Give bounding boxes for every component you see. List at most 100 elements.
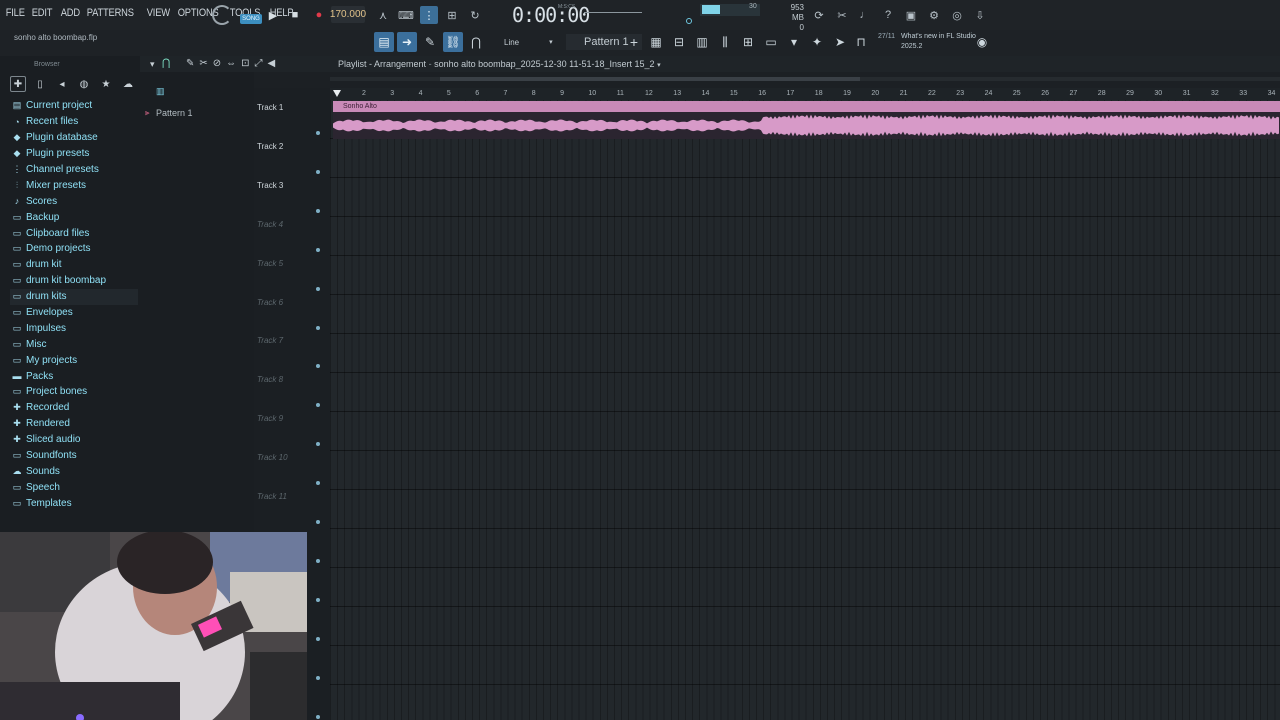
browser-add-icon[interactable]: ✚ — [10, 76, 26, 92]
song-mode-toggle[interactable]: SONG — [240, 14, 262, 24]
audio-clip-header[interactable]: Sonho Alto — [333, 101, 1280, 112]
playlist-grid[interactable] — [330, 100, 1280, 720]
track-mute-indicator[interactable] — [316, 558, 320, 563]
browser-item[interactable]: ◆ Plugin database — [10, 130, 138, 146]
track-mute-indicator[interactable] — [316, 597, 320, 602]
tools-icon[interactable]: ✦ — [807, 32, 827, 52]
playlist-tools-icon[interactable]: ✎✂⊘⇔⊡⤢◀ — [186, 58, 280, 69]
browser-item[interactable]: ▭ Clipboard files — [10, 225, 138, 241]
track-mute-indicator[interactable] — [316, 636, 320, 641]
cut-icon[interactable]: ✂ — [833, 6, 851, 24]
track-label[interactable]: Track 10 — [257, 453, 288, 462]
track-mute-indicator[interactable] — [316, 520, 320, 524]
browser-item[interactable]: ✚ Recorded — [10, 400, 138, 416]
timeline-ruler[interactable] — [330, 88, 1280, 100]
track-mute-indicator[interactable] — [316, 169, 320, 174]
browser-item[interactable]: ▭ Impulses — [10, 320, 138, 336]
browser-item[interactable]: ▭ Backup — [10, 209, 138, 225]
track-mute-indicator[interactable] — [316, 247, 320, 252]
menu-add[interactable]: ADD — [59, 7, 82, 19]
mixer-icon[interactable]: ⫼ — [715, 32, 735, 52]
browser-item[interactable]: ✚ Rendered — [10, 416, 138, 432]
menu-file[interactable]: FILE — [4, 7, 26, 19]
browser-item[interactable]: ▭ drum kit boombap — [10, 273, 138, 289]
track-label[interactable]: Track 5 — [257, 259, 283, 268]
download-icon[interactable]: ⇩ — [971, 6, 989, 24]
browser-cloud-icon[interactable]: ☁ — [120, 76, 136, 92]
playlist-menu-arrow-icon[interactable]: ▾ — [150, 59, 155, 70]
track-mute-indicator[interactable] — [316, 714, 320, 719]
track-mute-indicator[interactable] — [316, 286, 320, 291]
countdown-icon[interactable]: ⋮ — [420, 6, 438, 24]
picker-patterns-icon[interactable]: ▥ — [156, 86, 165, 97]
master-volume-knob[interactable] — [212, 5, 232, 25]
menu-view[interactable]: VIEW — [145, 7, 172, 19]
channel-icon[interactable]: ⊞ — [738, 32, 758, 52]
metronome-icon[interactable]: ⋏ — [374, 6, 392, 24]
track-label[interactable]: Track 11 — [257, 492, 287, 501]
picker-pattern-item[interactable]: Pattern 1 — [156, 108, 193, 118]
save-icon[interactable]: ▣ — [902, 6, 920, 24]
plugin-icon[interactable]: ⚙ — [925, 6, 943, 24]
draw-icon[interactable]: ✎ — [420, 32, 440, 52]
browser-item[interactable]: ▭ Soundfonts — [10, 448, 138, 464]
browser-item[interactable]: ▭ Templates — [10, 495, 138, 511]
magnet-icon[interactable]: ⋂ — [466, 32, 486, 52]
browser-item[interactable]: ▭ drum kit — [10, 257, 138, 273]
track-mute-indicator[interactable] — [316, 208, 320, 213]
browser-item[interactable]: ▭ Project bones — [10, 384, 138, 400]
magnet-snap-icon[interactable]: ⋂ — [162, 58, 170, 69]
browser-plugin-icon[interactable]: ◍ — [76, 76, 92, 92]
performance-icon[interactable]: ➤ — [830, 32, 850, 52]
track-label[interactable]: Track 1 — [257, 103, 283, 112]
track-mute-indicator[interactable] — [316, 325, 320, 330]
track-label[interactable]: Track 9 — [257, 414, 283, 423]
horizontal-scrollbar-thumb[interactable] — [440, 77, 860, 81]
browser-file-icon[interactable]: ▯ — [32, 76, 48, 92]
browser-back-icon[interactable]: ◂ — [54, 76, 70, 92]
pitch-knob[interactable] — [686, 18, 692, 24]
track-mute-indicator[interactable] — [316, 131, 320, 135]
record-icon[interactable]: ● — [310, 6, 328, 24]
news-panel[interactable]: 27/11 What's new in FL Studio 2025.2 — [878, 32, 981, 52]
wait-for-input-icon[interactable]: ⌨ — [397, 6, 415, 24]
refresh-icon[interactable]: ⟳ — [810, 6, 828, 24]
chat-icon[interactable]: ◎ — [948, 6, 966, 24]
song-position-line[interactable] — [584, 12, 642, 13]
loop-record-icon[interactable]: ↻ — [466, 6, 484, 24]
audio-clip-waveform[interactable] — [333, 112, 1280, 139]
globe-icon[interactable]: ◉ — [972, 32, 992, 52]
browser-item[interactable]: ▬ Packs — [10, 368, 138, 384]
browser-item[interactable]: ♪ Scores — [10, 193, 138, 209]
link-icon[interactable]: ⛓ — [443, 32, 463, 52]
track-label[interactable]: Track 6 — [257, 298, 283, 307]
browser-item[interactable]: ⋮ Channel presets — [10, 162, 138, 178]
tool-mode-select[interactable]: Line ▾ — [488, 34, 558, 50]
browser-item[interactable]: ▭ My projects — [10, 352, 138, 368]
browser-item[interactable]: ▭ drum kits — [10, 288, 138, 305]
mic-icon[interactable]: ♩ — [856, 6, 874, 24]
stop-icon[interactable]: ■ — [286, 6, 304, 24]
snap-icon[interactable]: ➜ — [397, 32, 417, 52]
help-icon[interactable]: ? — [879, 6, 897, 24]
browser-item[interactable]: ▭ Envelopes — [10, 305, 138, 321]
song-time-display[interactable]: 0:00:00 — [512, 3, 590, 27]
playlist-icon[interactable]: ▦ — [646, 32, 666, 52]
browser-item[interactable]: ▭ Misc — [10, 336, 138, 352]
track-label[interactable]: Track 7 — [257, 336, 283, 345]
playlist-title[interactable]: Playlist - Arrangement - sonho alto boom… — [338, 59, 661, 69]
track-label[interactable]: Track 2 — [257, 142, 283, 151]
play-icon[interactable]: ▶ — [264, 6, 282, 24]
browser-item[interactable]: ▭ Speech — [10, 479, 138, 495]
plugin-picker-icon[interactable]: ▾ — [784, 32, 804, 52]
browser-item[interactable]: ◔ Recent files — [10, 114, 138, 130]
browser-item[interactable]: ☁ Sounds — [10, 463, 138, 479]
track-mute-indicator[interactable] — [316, 675, 320, 680]
channel-rack-icon[interactable]: ⊟ — [669, 32, 689, 52]
browser-item[interactable]: ◆ Plugin presets — [10, 146, 138, 162]
browser-item[interactable]: ▭ Demo projects — [10, 241, 138, 257]
menu-edit[interactable]: EDIT — [30, 7, 54, 19]
piano-roll-icon[interactable]: ▥ — [692, 32, 712, 52]
piano-roll-mode-icon[interactable]: ▤ — [374, 32, 394, 52]
browser-item[interactable]: ⫶ Mixer presets — [10, 177, 138, 193]
